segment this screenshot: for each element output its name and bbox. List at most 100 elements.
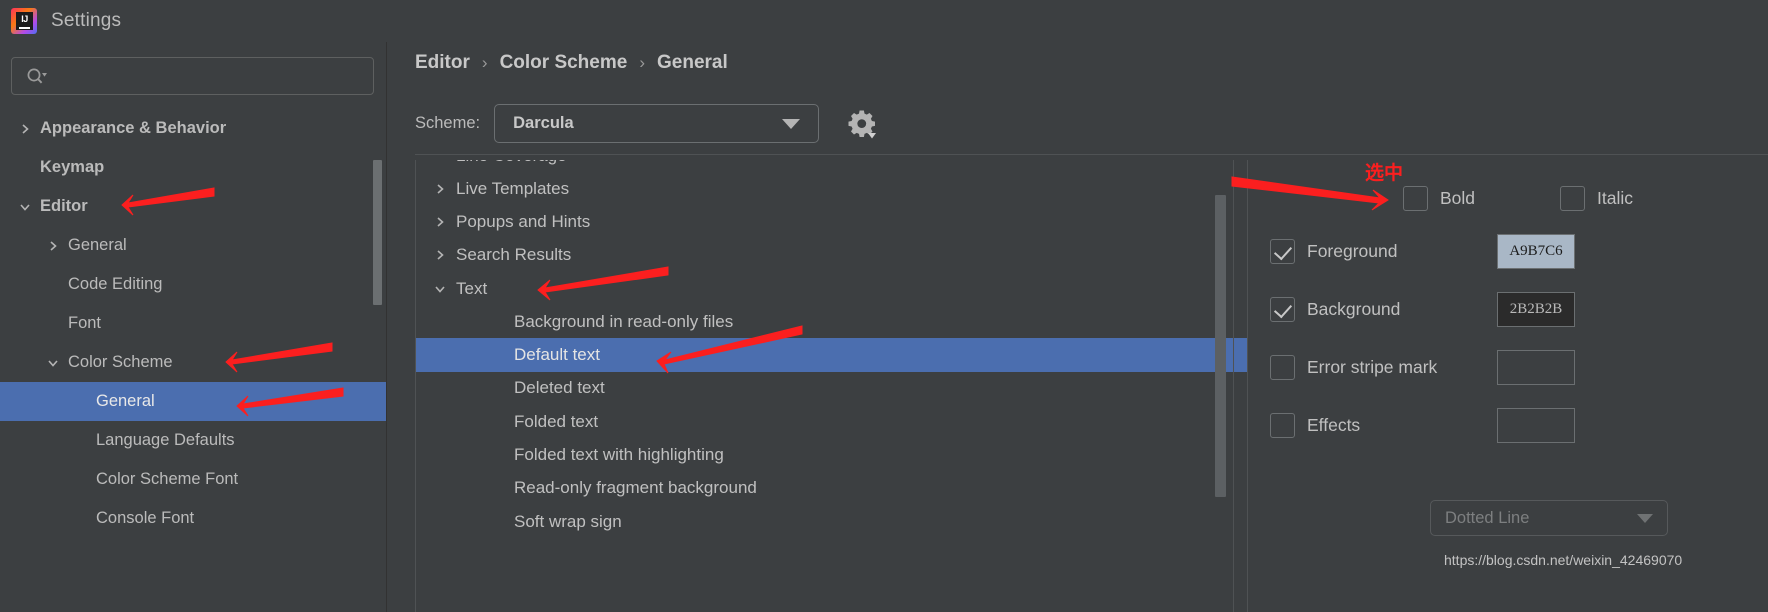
search-input[interactable] — [48, 68, 373, 84]
search-box[interactable] — [11, 57, 374, 95]
sidebar-item-keymap[interactable]: Keymap — [0, 148, 386, 187]
annotation-selected-note: 选中 — [1365, 162, 1404, 184]
watermark-text: https://blog.csdn.net/weixin_42469070 — [1444, 552, 1683, 568]
color-settings-tree: Line Coverage Live Templates Popups and H… — [415, 160, 1248, 612]
header-divider — [415, 154, 1768, 155]
sidebar-item-label: Editor — [40, 197, 88, 216]
breadcrumb-part-1[interactable]: Color Scheme — [500, 52, 628, 74]
color-swatch-effects[interactable] — [1497, 408, 1575, 443]
sidebar-item-label: Color Scheme Font — [96, 470, 239, 489]
chevron-right-icon[interactable] — [430, 249, 450, 261]
checkbox-background[interactable] — [1270, 297, 1295, 322]
attribute-row: Error stripe mark — [1270, 350, 1768, 385]
italic-option: Italic — [1560, 186, 1633, 211]
search-icon — [26, 67, 48, 85]
attribute-label: Error stripe mark — [1307, 357, 1438, 377]
clipped-tree-row[interactable]: Line Coverage — [416, 160, 1247, 172]
breadcrumb-separator: › — [481, 53, 488, 72]
chevron-down-icon — [782, 118, 801, 129]
effect-type-dropdown[interactable]: Dotted Line — [1430, 500, 1668, 536]
sidebar-item-general[interactable]: General — [0, 382, 386, 421]
tree-row-label: Background in read-only files — [514, 311, 734, 331]
scheme-dropdown[interactable]: Darcula — [494, 104, 820, 143]
color-swatch-background[interactable]: 2B2B2B — [1497, 292, 1575, 327]
attribute-row: Effects — [1270, 408, 1768, 443]
chevron-right-icon[interactable] — [430, 216, 450, 228]
scheme-value: Darcula — [513, 114, 574, 132]
sidebar-item-label: Console Font — [96, 509, 195, 528]
breadcrumb-part-2[interactable]: General — [657, 52, 728, 74]
attributes-panel: Bold Italic Foreground A9B7C6 Background 2B… — [1248, 160, 1768, 612]
settings-window: IJ Settings Appearance & Behavior Keymap E… — [0, 0, 1768, 612]
clipped-tree-row-label: Line Coverage — [456, 160, 567, 166]
sidebar-item-color-scheme-font[interactable]: Color Scheme Font — [0, 460, 386, 499]
settings-sidebar: Appearance & Behavior Keymap Editor General… — [0, 42, 387, 612]
intellij-idea-logo-icon: IJ — [11, 8, 37, 34]
sidebar-item-font[interactable]: Font — [0, 304, 386, 343]
tree-row[interactable]: Background in read-only files — [416, 305, 1247, 338]
color-swatch-error-stripe-mark[interactable] — [1497, 350, 1575, 385]
sidebar-tree: Appearance & Behavior Keymap Editor General… — [0, 109, 386, 538]
panel-divider — [1233, 160, 1234, 612]
sidebar-item-editor[interactable]: Editor — [0, 187, 386, 226]
title-bar: IJ Settings — [0, 0, 1768, 42]
chevron-down-icon[interactable] — [16, 198, 34, 216]
tree-row[interactable]: Popups and Hints — [416, 205, 1247, 238]
tree-row[interactable]: Folded text with highlighting — [416, 438, 1247, 471]
bold-option: Bold — [1403, 186, 1475, 211]
attribute-label: Effects — [1307, 415, 1361, 435]
checkbox-error-stripe-mark[interactable] — [1270, 355, 1295, 380]
attribute-label: Background — [1307, 299, 1401, 319]
sidebar-item-label: Code Editing — [68, 275, 163, 294]
tree-row-label: Deleted text — [514, 378, 605, 398]
chevron-right-icon[interactable] — [430, 183, 450, 195]
sidebar-item-console-font[interactable]: Console Font — [0, 499, 386, 538]
italic-label: Italic — [1597, 188, 1633, 208]
sidebar-item-language-defaults[interactable]: Language Defaults — [0, 421, 386, 460]
sidebar-item-label: Keymap — [40, 158, 105, 177]
breadcrumb: Editor › Color Scheme › General — [415, 52, 728, 74]
color-swatch-foreground[interactable]: A9B7C6 — [1497, 234, 1575, 269]
chevron-down-icon[interactable] — [430, 283, 450, 295]
sidebar-item-label: Appearance & Behavior — [40, 119, 227, 138]
tree-row[interactable]: Search Results — [416, 239, 1247, 272]
chevron-right-icon[interactable] — [44, 237, 62, 255]
breadcrumb-part-0[interactable]: Editor — [415, 52, 470, 74]
tree-row-label: Folded text with highlighting — [514, 445, 724, 465]
tree-row[interactable]: Live Templates — [416, 172, 1247, 205]
sidebar-item-label: Font — [68, 314, 102, 333]
tree-row[interactable]: Read-only fragment background — [416, 472, 1247, 505]
content-pane: Editor › Color Scheme › General Scheme: Darc… — [388, 42, 1768, 612]
tree-row[interactable]: Default text — [416, 338, 1247, 372]
italic-checkbox[interactable] — [1560, 186, 1585, 211]
attribute-row: Background 2B2B2B — [1270, 292, 1768, 327]
scheme-label: Scheme: — [415, 114, 481, 132]
tree-row-label: Default text — [514, 345, 600, 365]
checkbox-foreground[interactable] — [1270, 239, 1295, 264]
breadcrumb-separator: › — [639, 53, 645, 72]
bold-checkbox[interactable] — [1403, 186, 1428, 211]
bold-label: Bold — [1440, 188, 1476, 208]
chevron-right-icon[interactable] — [16, 120, 34, 138]
sidebar-item-appearance-behavior[interactable]: Appearance & Behavior — [0, 109, 386, 148]
tree-row[interactable]: Text — [416, 272, 1247, 305]
sidebar-item-code-editing[interactable]: Code Editing — [0, 265, 386, 304]
effect-type-value: Dotted Line — [1445, 508, 1530, 527]
tree-row-label: Popups and Hints — [456, 211, 591, 231]
chevron-down-icon — [1637, 513, 1653, 523]
gear-icon[interactable] — [845, 107, 879, 141]
sidebar-item-general[interactable]: General — [0, 226, 386, 265]
sidebar-scrollbar-thumb[interactable] — [373, 160, 382, 305]
sidebar-item-color-scheme[interactable]: Color Scheme — [0, 343, 386, 382]
tree-row[interactable]: Deleted text — [416, 372, 1247, 405]
tree-row[interactable]: Soft wrap sign — [416, 505, 1247, 538]
tree-row[interactable]: Folded text — [416, 405, 1247, 438]
search-wrapper — [0, 42, 386, 95]
tree-row-label: Text — [456, 278, 488, 298]
chevron-down-icon[interactable] — [44, 354, 62, 372]
sidebar-item-label: Language Defaults — [96, 431, 235, 450]
tree-row-label: Folded text — [514, 411, 599, 431]
tree-scrollbar-thumb[interactable] — [1215, 195, 1226, 497]
checkbox-effects[interactable] — [1270, 413, 1295, 438]
scheme-row: Scheme: Darcula — [415, 104, 879, 143]
